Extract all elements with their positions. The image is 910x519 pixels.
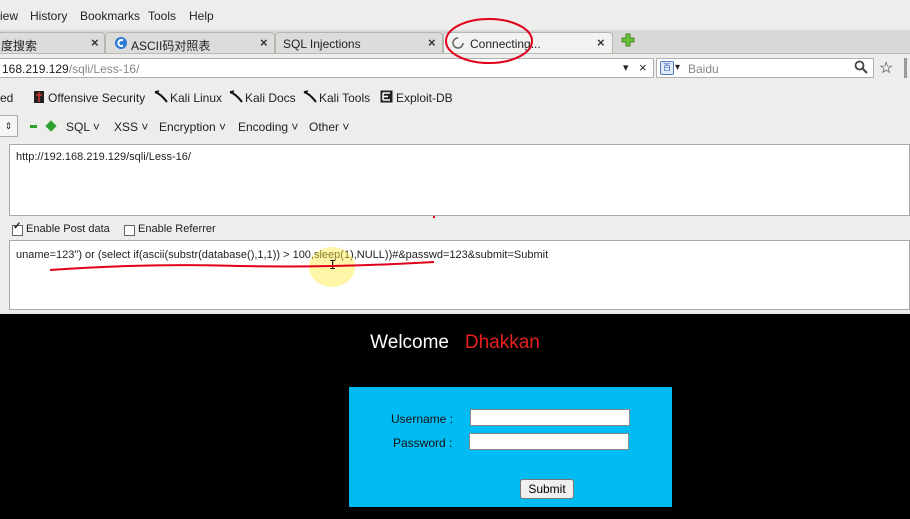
user-name: Dhakkan [464,332,540,353]
username-input[interactable] [470,409,630,426]
username-label: Username : [391,412,454,426]
login-form: Username : Password : Submit [349,387,672,507]
password-input[interactable] [469,433,629,450]
annotation-underline [49,261,435,271]
welcome-line: Welcome Dhakkan [0,332,910,354]
submit-button[interactable]: Submit [520,479,574,499]
annotation-circle [445,18,533,64]
welcome-text: Welcome [370,332,449,353]
password-label: Password : [393,436,453,450]
